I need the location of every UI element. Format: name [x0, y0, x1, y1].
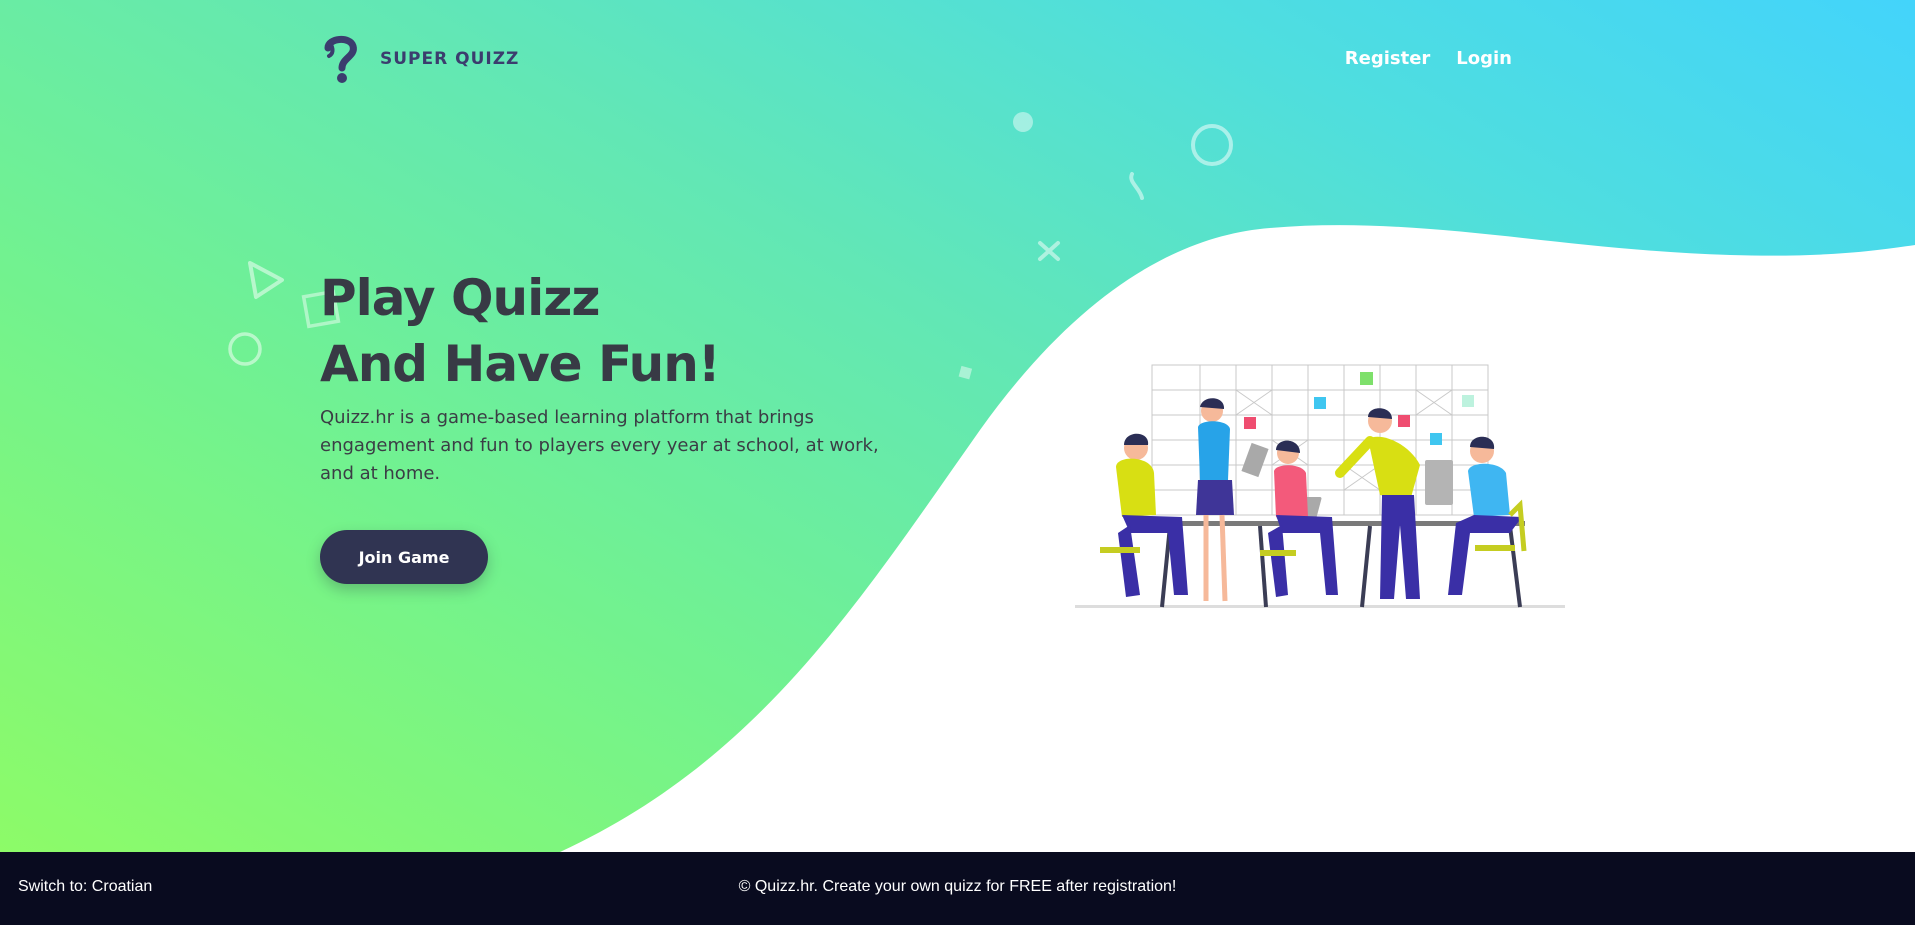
hero-title: Play Quizz And Have Fun!	[320, 265, 721, 397]
hero-description: Quizz.hr is a game-based learning platfo…	[320, 407, 879, 484]
hero-title-line-1: Play Quizz	[320, 269, 600, 327]
logo-text: SUPER QUIZZ	[380, 49, 520, 69]
register-link[interactable]: Register	[1345, 48, 1431, 69]
hero-title-line-2: And Have Fun!	[320, 335, 721, 393]
login-link[interactable]: Login	[1456, 48, 1512, 69]
question-mark-icon	[324, 36, 357, 83]
site-header: SUPER QUIZZ Register Login	[320, 34, 1512, 90]
team-meeting-illustration	[1075, 364, 1565, 608]
hero-section: SUPER QUIZZ Register Login Play Quizz An…	[0, 0, 1915, 852]
copyright-text: © Quizz.hr. Create your own quizz for FR…	[738, 878, 1177, 895]
decorative-shapes	[228, 112, 1233, 380]
top-nav: Register Login	[1345, 48, 1512, 69]
site-logo[interactable]: SUPER QUIZZ	[320, 34, 519, 84]
site-footer: Switch to: Croatian © Quizz.hr. Create y…	[0, 852, 1915, 925]
join-game-button[interactable]: Join Game	[320, 530, 488, 584]
